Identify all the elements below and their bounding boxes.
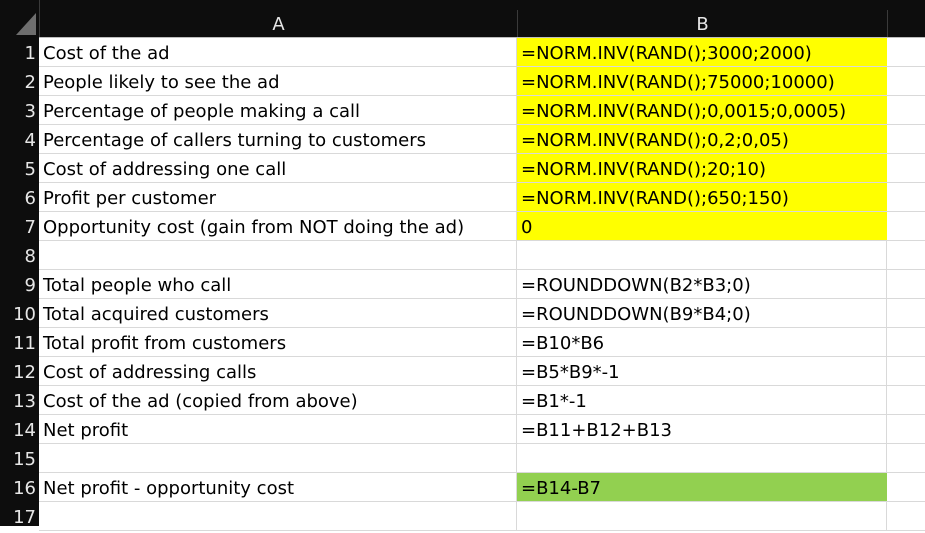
table-row: Cost of addressing calls =B5*B9*-1 xyxy=(39,357,925,386)
row-header[interactable]: 6 xyxy=(0,183,36,212)
table-row: Net profit =B11+B12+B13 xyxy=(39,415,925,444)
cell-c15[interactable] xyxy=(887,444,925,472)
row-header[interactable]: 14 xyxy=(0,415,36,444)
column-header-b[interactable]: B xyxy=(518,10,888,38)
cell-b7[interactable]: 0 xyxy=(517,212,887,240)
row-header[interactable]: 16 xyxy=(0,473,36,502)
row-header[interactable]: 3 xyxy=(0,96,36,125)
cell-b12[interactable]: =B5*B9*-1 xyxy=(517,357,887,385)
row-header[interactable]: 9 xyxy=(0,270,36,299)
table-row: Net profit - opportunity cost =B14-B7 xyxy=(39,473,925,502)
cell-a8[interactable] xyxy=(39,241,517,269)
cell-b14[interactable]: =B11+B12+B13 xyxy=(517,415,887,443)
table-row xyxy=(39,444,925,473)
cell-b13[interactable]: =B1*-1 xyxy=(517,386,887,414)
row-header[interactable]: 10 xyxy=(0,299,36,328)
table-row xyxy=(39,241,925,270)
cell-b6[interactable]: =NORM.INV(RAND();650;150) xyxy=(517,183,887,211)
cell-a2[interactable]: People likely to see the ad xyxy=(39,67,517,95)
select-all-triangle-icon xyxy=(16,13,36,35)
cell-a16[interactable]: Net profit - opportunity cost xyxy=(39,473,517,501)
cell-c8[interactable] xyxy=(887,241,925,269)
cell-b1[interactable]: =NORM.INV(RAND();3000;2000) xyxy=(517,38,887,66)
table-row xyxy=(39,502,925,531)
row-header[interactable]: 15 xyxy=(0,444,36,473)
cell-b9[interactable]: =ROUNDDOWN(B2*B3;0) xyxy=(517,270,887,298)
cell-c7[interactable] xyxy=(887,212,925,240)
cell-a9[interactable]: Total people who call xyxy=(39,270,517,298)
row-header[interactable]: 17 xyxy=(0,502,36,531)
cell-c14[interactable] xyxy=(887,415,925,443)
row-header[interactable]: 4 xyxy=(0,125,36,154)
row-header[interactable]: 11 xyxy=(0,328,36,357)
row-header[interactable]: 2 xyxy=(0,67,36,96)
table-row: Percentage of people making a call =NORM.… xyxy=(39,96,925,125)
cell-a6[interactable]: Profit per customer xyxy=(39,183,517,211)
row-header[interactable]: 8 xyxy=(0,241,36,270)
cell-a10[interactable]: Total acquired customers xyxy=(39,299,517,327)
cell-c6[interactable] xyxy=(887,183,925,211)
table-row: Cost of the ad =NORM.INV(RAND();3000;2000… xyxy=(39,38,925,67)
cell-c10[interactable] xyxy=(887,299,925,327)
cell-c9[interactable] xyxy=(887,270,925,298)
cell-a7[interactable]: Opportunity cost (gain from NOT doing th… xyxy=(39,212,517,240)
cell-b2[interactable]: =NORM.INV(RAND();75000;10000) xyxy=(517,67,887,95)
cell-a14[interactable]: Net profit xyxy=(39,415,517,443)
table-row: Cost of addressing one call =NORM.INV(RAN… xyxy=(39,154,925,183)
cell-c16[interactable] xyxy=(887,473,925,501)
cell-a5[interactable]: Cost of addressing one call xyxy=(39,154,517,182)
column-header-c[interactable] xyxy=(888,10,925,38)
spreadsheet-grid: Cost of the ad =NORM.INV(RAND();3000;2000… xyxy=(39,38,925,531)
table-row: Opportunity cost (gain from NOT doing th… xyxy=(39,212,925,241)
cell-b5[interactable]: =NORM.INV(RAND();20;10) xyxy=(517,154,887,182)
cell-c2[interactable] xyxy=(887,67,925,95)
cell-c12[interactable] xyxy=(887,357,925,385)
table-row: People likely to see the ad =NORM.INV(RAN… xyxy=(39,67,925,96)
row-header-bar: 1 2 3 4 5 6 7 8 9 10 11 12 13 14 15 16 17 xyxy=(0,38,39,528)
cell-c1[interactable] xyxy=(887,38,925,66)
cell-b15[interactable] xyxy=(517,444,887,472)
cell-c5[interactable] xyxy=(887,154,925,182)
cell-b10[interactable]: =ROUNDDOWN(B9*B4;0) xyxy=(517,299,887,327)
row-header[interactable]: 1 xyxy=(0,38,36,67)
column-header-bar: A B xyxy=(0,0,925,38)
select-all-button[interactable] xyxy=(0,0,40,38)
cell-b4[interactable]: =NORM.INV(RAND();0,2;0,05) xyxy=(517,125,887,153)
cell-b16[interactable]: =B14-B7 xyxy=(517,473,887,501)
cell-a13[interactable]: Cost of the ad (copied from above) xyxy=(39,386,517,414)
cell-a1[interactable]: Cost of the ad xyxy=(39,38,517,66)
cell-c4[interactable] xyxy=(887,125,925,153)
table-row: Percentage of callers turning to custome… xyxy=(39,125,925,154)
row-header[interactable]: 7 xyxy=(0,212,36,241)
cell-b3[interactable]: =NORM.INV(RAND();0,0015;0,0005) xyxy=(517,96,887,124)
table-row: Total people who call =ROUNDDOWN(B2*B3;0) xyxy=(39,270,925,299)
cell-a11[interactable]: Total profit from customers xyxy=(39,328,517,356)
table-row: Cost of the ad (copied from above) =B1*-1 xyxy=(39,386,925,415)
table-row: Total profit from customers =B10*B6 xyxy=(39,328,925,357)
row-header[interactable]: 5 xyxy=(0,154,36,183)
cell-c11[interactable] xyxy=(887,328,925,356)
cell-a12[interactable]: Cost of addressing calls xyxy=(39,357,517,385)
row-header[interactable]: 12 xyxy=(0,357,36,386)
cell-b11[interactable]: =B10*B6 xyxy=(517,328,887,356)
table-row: Total acquired customers =ROUNDDOWN(B9*B4… xyxy=(39,299,925,328)
row-header[interactable]: 13 xyxy=(0,386,36,415)
cell-b8[interactable] xyxy=(517,241,887,269)
cell-a3[interactable]: Percentage of people making a call xyxy=(39,96,517,124)
cell-a15[interactable] xyxy=(39,444,517,472)
table-row: Profit per customer =NORM.INV(RAND();650;… xyxy=(39,183,925,212)
cell-a4[interactable]: Percentage of callers turning to custome… xyxy=(39,125,517,153)
column-header-a[interactable]: A xyxy=(40,10,518,38)
cell-c13[interactable] xyxy=(887,386,925,414)
cell-c3[interactable] xyxy=(887,96,925,124)
